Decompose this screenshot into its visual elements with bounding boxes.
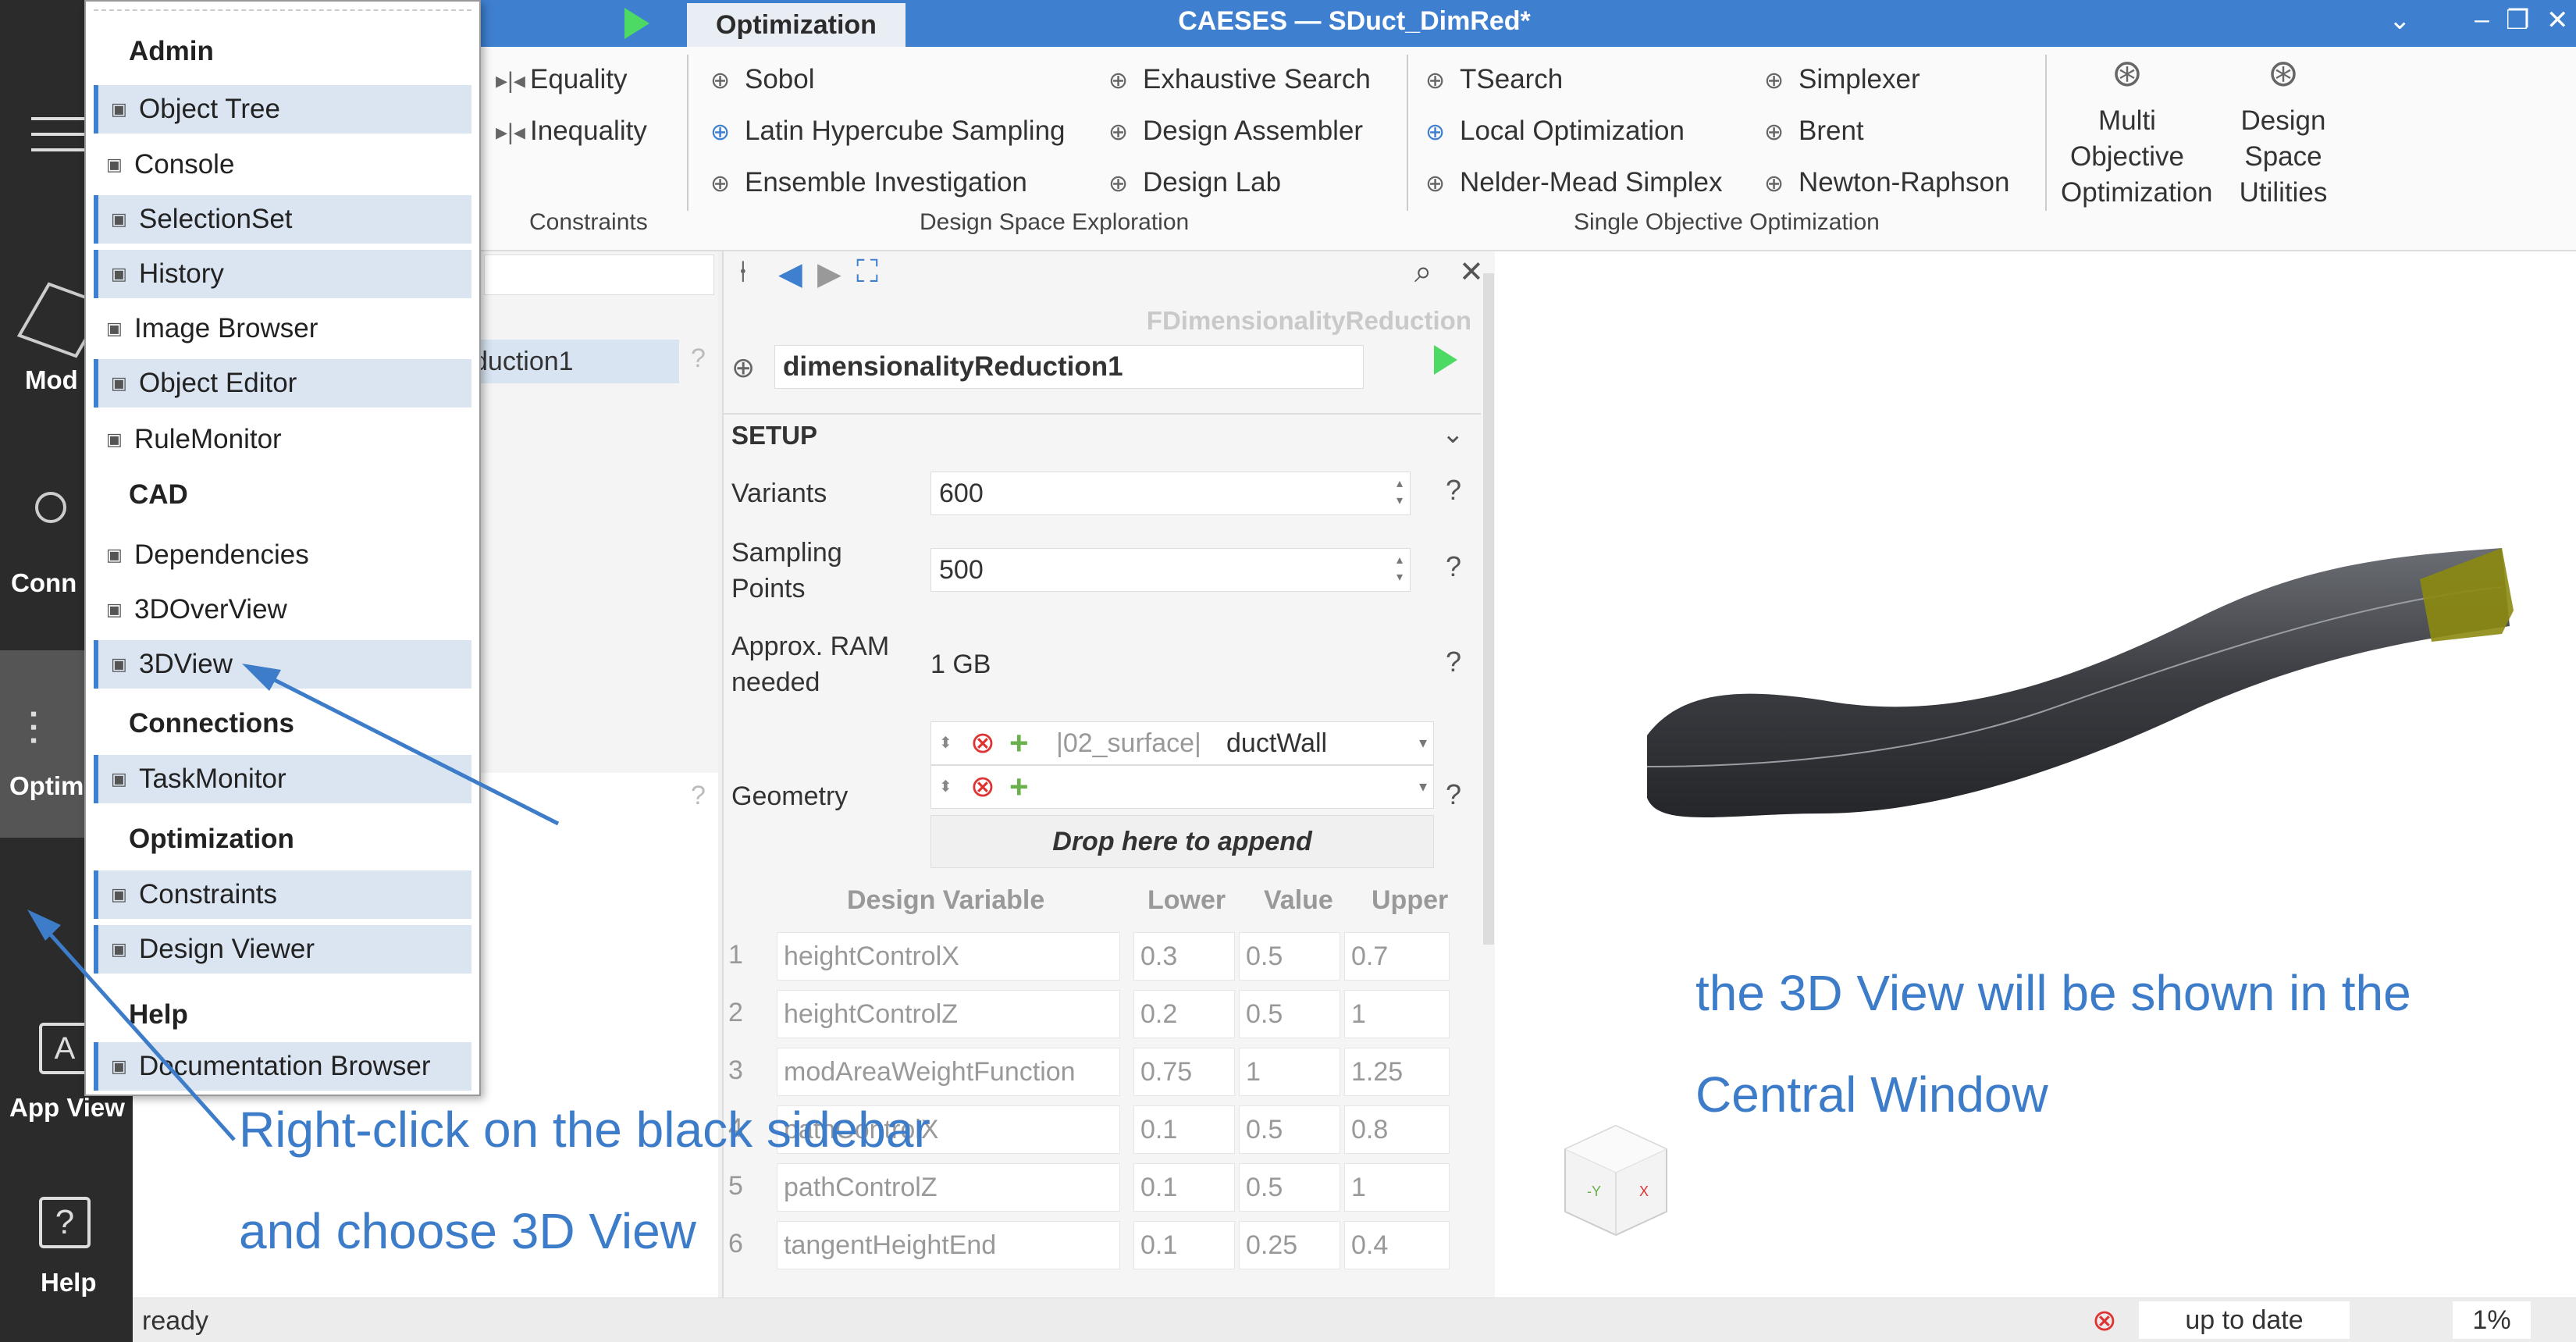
annotation-right-2: Central Window bbox=[1695, 1066, 2048, 1123]
annotation-left-2: and choose 3D View bbox=[239, 1203, 696, 1259]
annotation-right-1: the 3D View will be shown in the bbox=[1695, 965, 2411, 1021]
annotation-left-1: Right-click on the black sidebar bbox=[239, 1102, 930, 1158]
